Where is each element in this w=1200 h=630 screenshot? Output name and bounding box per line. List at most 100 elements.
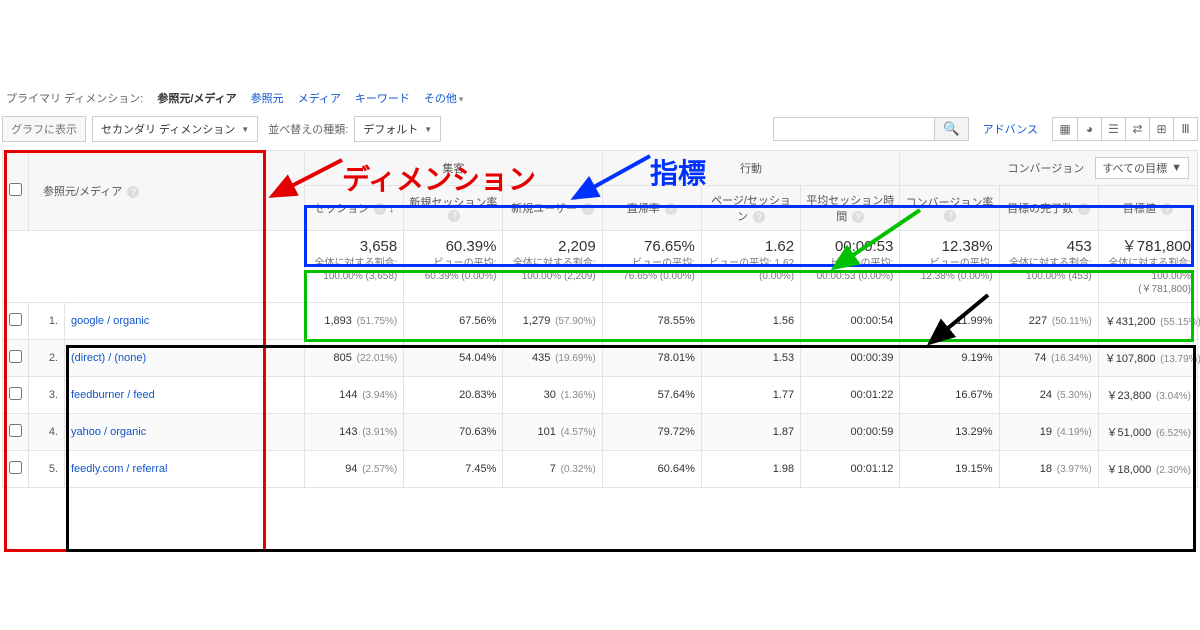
view-table-icon[interactable]: ▦ xyxy=(1053,118,1077,140)
row-name: feedburner / feed xyxy=(65,376,305,413)
view-bars-icon[interactable]: ☰ xyxy=(1101,118,1125,140)
group-behavior: 行動 xyxy=(602,151,900,186)
row-checkbox[interactable] xyxy=(9,461,22,474)
help-icon[interactable]: ? xyxy=(944,210,956,222)
metric-cell: 1.77 xyxy=(701,376,800,413)
metric-cell: 74 (16.34%) xyxy=(999,339,1098,376)
help-icon[interactable]: ? xyxy=(1078,203,1090,215)
row-name: yahoo / organic xyxy=(65,413,305,450)
metric-cell: 143 (3.91%) xyxy=(305,413,404,450)
help-icon[interactable]: ? xyxy=(127,186,139,198)
sort-type-dropdown[interactable]: デフォルト▼ xyxy=(354,116,441,142)
metric-cell: ￥23,800 (3.04%) xyxy=(1098,376,1197,413)
source-medium-link[interactable]: yahoo / organic xyxy=(71,426,146,438)
metric-cell: 19.15% xyxy=(900,450,999,487)
summary-cell: 2,209全体に対する割合: 100.00% (2,209) xyxy=(503,231,602,303)
metric-cell: 24 (5.30%) xyxy=(999,376,1098,413)
help-icon[interactable]: ? xyxy=(374,203,386,215)
group-acquisition: 集客 xyxy=(305,151,603,186)
source-medium-link[interactable]: feedly.com / referral xyxy=(71,463,167,475)
metric-cell: 67.56% xyxy=(404,302,503,339)
col-header[interactable]: セッション ?↓ xyxy=(305,186,404,231)
table-row: 4.yahoo / organic143 (3.91%)70.63%101 (4… xyxy=(3,413,1198,450)
metric-cell: 1.56 xyxy=(701,302,800,339)
row-name: (direct) / (none) xyxy=(65,339,305,376)
metric-cell: 30 (1.36%) xyxy=(503,376,602,413)
metric-cell: 805 (22.01%) xyxy=(305,339,404,376)
row-checkbox[interactable] xyxy=(9,424,22,437)
col-header[interactable]: ページ/セッション ? xyxy=(701,186,800,231)
metric-cell: 00:00:39 xyxy=(801,339,900,376)
metric-cell: 94 (2.57%) xyxy=(305,450,404,487)
chevron-down-icon: ▼ xyxy=(1171,162,1182,174)
select-all-checkbox[interactable] xyxy=(9,183,22,196)
search-box: 🔍 xyxy=(773,117,969,141)
dim-link-other[interactable]: その他▾ xyxy=(424,90,464,106)
source-medium-link[interactable]: google / organic xyxy=(71,315,149,327)
metric-cell: 1.87 xyxy=(701,413,800,450)
metric-cell: ￥107,800 (13.79%) xyxy=(1098,339,1197,376)
metric-cell: 16.67% xyxy=(900,376,999,413)
view-compare-icon[interactable]: ⇄ xyxy=(1125,118,1149,140)
metric-cell: 00:01:22 xyxy=(801,376,900,413)
chevron-down-icon: ▼ xyxy=(241,125,249,134)
metric-cell: 00:01:12 xyxy=(801,450,900,487)
table-row: 3.feedburner / feed144 (3.94%)20.83%30 (… xyxy=(3,376,1198,413)
metric-cell: 13.29% xyxy=(900,413,999,450)
help-icon[interactable]: ? xyxy=(753,211,765,223)
table-row: 2.(direct) / (none)805 (22.01%)54.04%435… xyxy=(3,339,1198,376)
metric-cell: ￥51,000 (6.52%) xyxy=(1098,413,1197,450)
dim-link-source[interactable]: 参照元 xyxy=(251,90,284,106)
metric-cell: 00:00:54 xyxy=(801,302,900,339)
help-icon[interactable]: ? xyxy=(1161,203,1173,215)
row-checkbox[interactable] xyxy=(9,313,22,326)
col-header[interactable]: コンバージョン率 ? xyxy=(900,186,999,231)
view-buttons: ▦ ◕ ☰ ⇄ ⊞ Ⅲ xyxy=(1052,117,1198,141)
caret-icon: ▾ xyxy=(459,94,464,104)
source-medium-link[interactable]: (direct) / (none) xyxy=(71,352,146,364)
dim-link-keyword[interactable]: キーワード xyxy=(355,90,410,106)
help-icon[interactable]: ? xyxy=(852,211,864,223)
help-icon[interactable]: ? xyxy=(582,203,594,215)
metric-cell: 54.04% xyxy=(404,339,503,376)
row-name: google / organic xyxy=(65,302,305,339)
col-header[interactable]: 目標の完了数 ? xyxy=(999,186,1098,231)
help-icon[interactable]: ? xyxy=(448,210,460,222)
search-button[interactable]: 🔍 xyxy=(934,118,968,140)
advance-link[interactable]: アドバンス xyxy=(983,121,1038,137)
table-row: 5.feedly.com / referral94 (2.57%)7.45%7 … xyxy=(3,450,1198,487)
summary-cell: 453全体に対する割合: 100.00% (453) xyxy=(999,231,1098,303)
col-header[interactable]: 平均セッション時間 ? xyxy=(801,186,900,231)
col-header[interactable]: 新規ユーザー ? xyxy=(503,186,602,231)
report-table: 参照元/メディア ? 集客 行動 コンバージョン すべての目標▼ セッション ?… xyxy=(2,150,1198,488)
help-icon[interactable]: ? xyxy=(665,203,677,215)
summary-cell: 1.62ビューの平均: 1.62 (0.00%) xyxy=(701,231,800,303)
col-header[interactable]: 目標値 ? xyxy=(1098,186,1197,231)
primary-dimension-row: プライマリ ディメンション: 参照元/メディア 参照元 メディア キーワード そ… xyxy=(2,80,1198,112)
view-pie-icon[interactable]: ◕ xyxy=(1077,118,1101,140)
metric-cell: 144 (3.94%) xyxy=(305,376,404,413)
metric-cell: 435 (19.69%) xyxy=(503,339,602,376)
dim-link-media[interactable]: メディア xyxy=(298,90,341,106)
row-index: 1. xyxy=(29,302,65,339)
toolbar: グラフに表示 セカンダリ ディメンション▼ 並べ替えの種類: デフォルト▼ 🔍 … xyxy=(2,112,1198,150)
view-pivot-icon[interactable]: Ⅲ xyxy=(1173,118,1197,140)
dimension-header[interactable]: 参照元/メディア xyxy=(43,186,122,198)
summary-cell: 3,658全体に対する割合: 100.00% (3,658) xyxy=(305,231,404,303)
view-cloud-icon[interactable]: ⊞ xyxy=(1149,118,1173,140)
primary-dimension-active[interactable]: 参照元/メディア xyxy=(157,90,236,106)
metric-cell: ￥18,000 (2.30%) xyxy=(1098,450,1197,487)
secondary-dimension-dropdown[interactable]: セカンダリ ディメンション▼ xyxy=(92,116,258,142)
source-medium-link[interactable]: feedburner / feed xyxy=(71,389,155,401)
col-header[interactable]: 新規セッション率 ? xyxy=(404,186,503,231)
search-input[interactable] xyxy=(774,119,934,139)
metric-cell: 1,893 (51.75%) xyxy=(305,302,404,339)
row-checkbox[interactable] xyxy=(9,350,22,363)
metric-cell: 00:00:59 xyxy=(801,413,900,450)
row-index: 4. xyxy=(29,413,65,450)
conversion-goal-dropdown[interactable]: すべての目標▼ xyxy=(1095,157,1189,179)
chart-show-button[interactable]: グラフに表示 xyxy=(2,116,86,142)
row-checkbox[interactable] xyxy=(9,387,22,400)
col-header[interactable]: 直帰率 ? xyxy=(602,186,701,231)
metric-cell: 19 (4.19%) xyxy=(999,413,1098,450)
